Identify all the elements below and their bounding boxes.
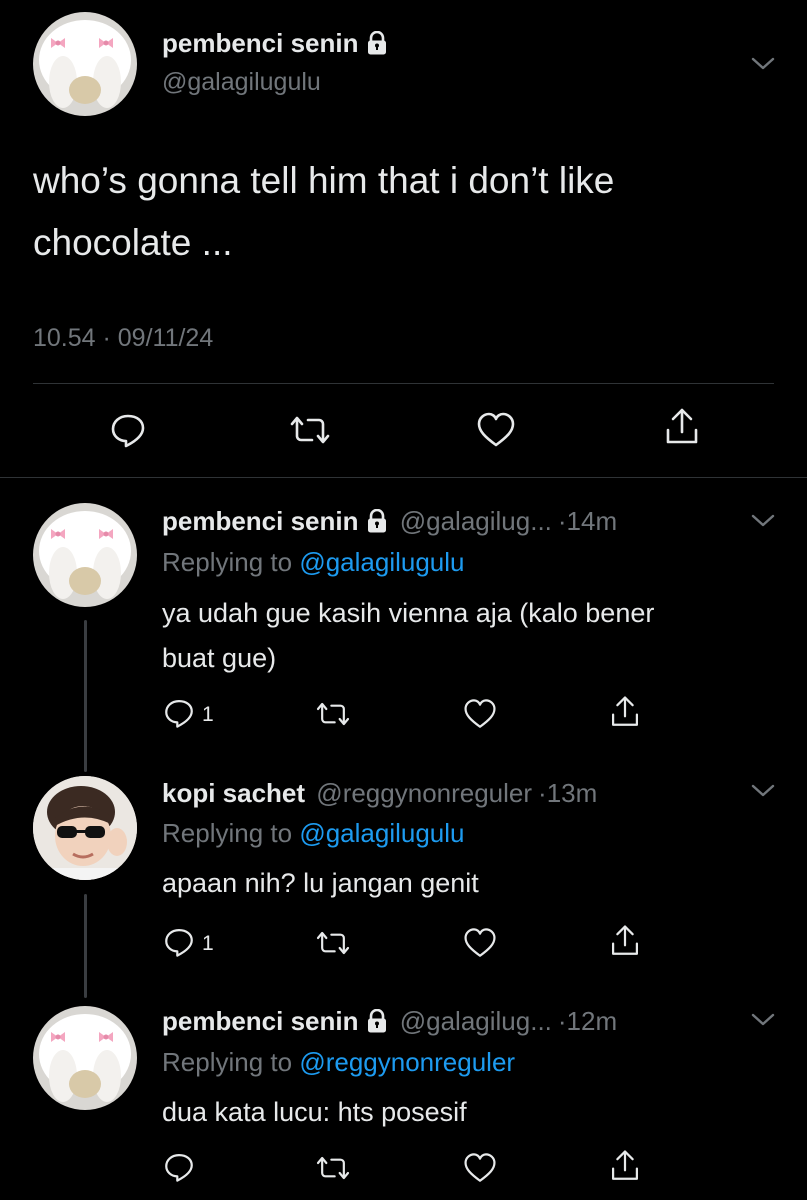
share-icon[interactable] bbox=[608, 694, 642, 730]
reply-text-line-1: apaan nih? lu jangan genit bbox=[162, 868, 479, 898]
divider bbox=[33, 383, 774, 384]
retweet-icon[interactable] bbox=[313, 697, 353, 731]
replying-to-mention[interactable]: @reggynonreguler bbox=[299, 1047, 515, 1077]
lock-icon bbox=[366, 1009, 387, 1033]
display-name[interactable]: pembenci senin bbox=[162, 1006, 359, 1036]
reply-header: pembenci senin @galagilug... ·12m bbox=[162, 1006, 617, 1037]
bunny-avatar-image bbox=[33, 12, 137, 116]
reply-header: pembenci senin @galagilug... ·14m bbox=[162, 506, 617, 537]
reply-time[interactable]: ·13m bbox=[538, 778, 597, 808]
reply-count: 1 bbox=[202, 932, 214, 955]
replying-to-label: Replying to bbox=[162, 1047, 300, 1077]
reply-text-line-1: ya udah gue kasih vienna aja (kalo bener bbox=[162, 598, 655, 628]
display-name[interactable]: kopi sachet bbox=[162, 778, 305, 808]
tweet-text-line-1: who’s gonna tell him that i don’t like bbox=[33, 160, 615, 201]
reply-text-line-2: buat gue) bbox=[162, 643, 277, 673]
person-sunglasses-avatar-image bbox=[33, 776, 137, 880]
reply-count: 1 bbox=[202, 703, 214, 726]
handle[interactable]: @galagilug... bbox=[400, 1006, 552, 1036]
retweet-icon[interactable] bbox=[286, 410, 334, 450]
like-icon[interactable] bbox=[475, 410, 517, 450]
display-name-text: pembenci senin bbox=[162, 28, 359, 58]
chevron-down-icon[interactable] bbox=[750, 56, 776, 72]
replying-to: Replying to @galagilugulu bbox=[162, 818, 465, 849]
replying-to-mention[interactable]: @galagilugulu bbox=[299, 818, 464, 848]
retweet-icon[interactable] bbox=[313, 1151, 353, 1185]
avatar[interactable] bbox=[33, 12, 137, 116]
replying-to-label: Replying to bbox=[162, 547, 300, 577]
like-icon[interactable] bbox=[462, 697, 498, 731]
reply-icon[interactable] bbox=[162, 696, 196, 730]
reply-text-line-1: dua kata lucu: hts posesif bbox=[162, 1097, 467, 1127]
reply-icon[interactable] bbox=[162, 1150, 196, 1184]
lock-icon bbox=[366, 31, 387, 55]
tweet-text-line-2: chocolate ... bbox=[33, 222, 233, 263]
handle[interactable]: @galagilug... bbox=[400, 506, 552, 536]
reply-time[interactable]: ·12m bbox=[558, 1006, 617, 1036]
reply-icon[interactable] bbox=[162, 925, 196, 959]
reply-header: kopi sachet @reggynonreguler ·13m bbox=[162, 778, 597, 809]
handle[interactable]: @galagilugulu bbox=[162, 68, 321, 97]
chevron-down-icon[interactable] bbox=[750, 783, 776, 799]
replying-to: Replying to @galagilugulu bbox=[162, 547, 465, 578]
display-name[interactable]: pembenci senin bbox=[162, 506, 359, 536]
handle[interactable]: @reggynonreguler bbox=[316, 778, 532, 808]
replying-to-label: Replying to bbox=[162, 818, 300, 848]
chevron-down-icon[interactable] bbox=[750, 1012, 776, 1028]
like-icon[interactable] bbox=[462, 926, 498, 960]
bunny-avatar-image bbox=[33, 1006, 137, 1110]
replying-to: Replying to @reggynonreguler bbox=[162, 1047, 515, 1078]
like-icon[interactable] bbox=[462, 1151, 498, 1185]
share-icon[interactable] bbox=[662, 406, 702, 448]
thread-line bbox=[84, 620, 87, 772]
avatar[interactable] bbox=[33, 1006, 137, 1110]
share-icon[interactable] bbox=[608, 923, 642, 959]
avatar[interactable] bbox=[33, 776, 137, 880]
chevron-down-icon[interactable] bbox=[750, 513, 776, 529]
avatar[interactable] bbox=[33, 503, 137, 607]
share-icon[interactable] bbox=[608, 1148, 642, 1184]
thread-line bbox=[84, 894, 87, 998]
bunny-avatar-image bbox=[33, 503, 137, 607]
lock-icon bbox=[366, 509, 387, 533]
retweet-icon[interactable] bbox=[313, 926, 353, 960]
reply-time[interactable]: ·14m bbox=[558, 506, 617, 536]
tweet-timestamp[interactable]: 10.54 · 09/11/24 bbox=[33, 324, 213, 353]
reply-icon[interactable] bbox=[108, 410, 148, 450]
display-name[interactable]: pembenci senin bbox=[162, 28, 387, 59]
replying-to-mention[interactable]: @galagilugulu bbox=[299, 547, 464, 577]
divider bbox=[0, 477, 807, 478]
